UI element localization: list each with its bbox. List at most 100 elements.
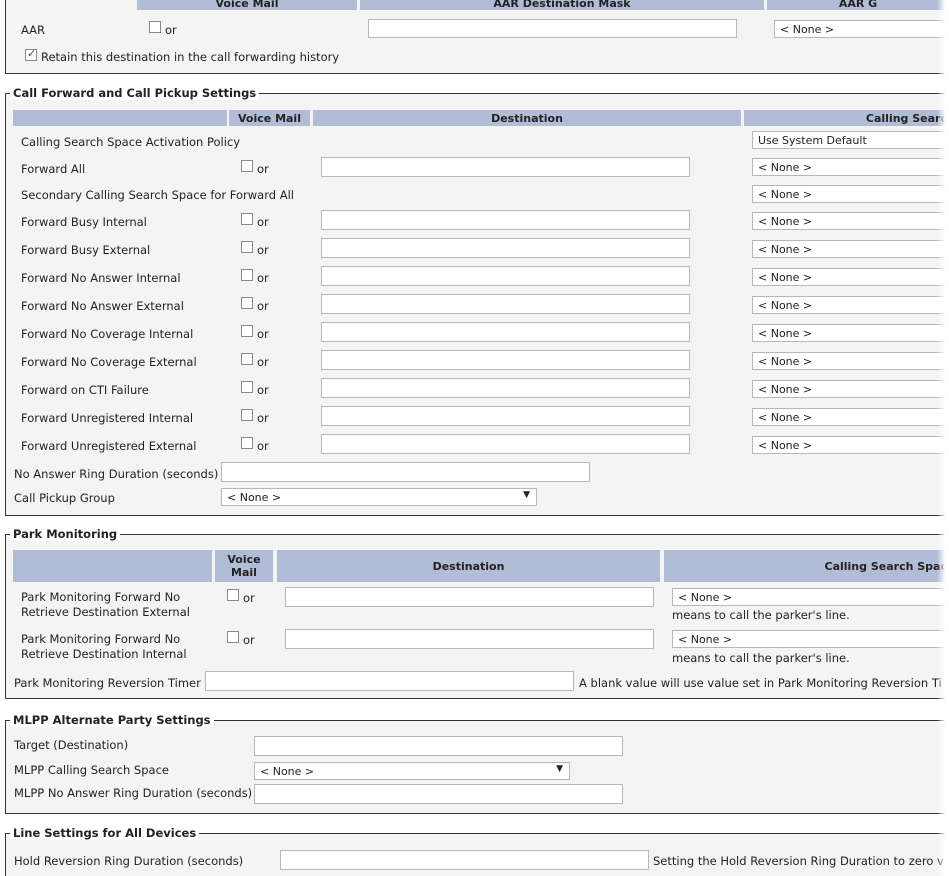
or-label: or: [257, 215, 269, 229]
activation-policy-label: Calling Search Space Activation Policy: [21, 135, 241, 149]
forward-unregistered-internal-voicemail-checkbox[interactable]: [241, 409, 253, 421]
aar-label: AAR: [21, 23, 46, 37]
forward-busy-internal-label: Forward Busy Internal: [21, 215, 147, 229]
forward-unregistered-external-label: Forward Unregistered External: [21, 439, 197, 453]
forward-no-coverage-internal-voicemail-checkbox[interactable]: [241, 325, 253, 337]
forward-no-coverage-internal-label: Forward No Coverage Internal: [21, 327, 194, 341]
forward-busy-external-destination-input[interactable]: [321, 238, 690, 258]
forward-no-answer-external-css-select[interactable]: < None >: [752, 296, 949, 314]
cf-header-destination: Destination: [313, 110, 741, 126]
aar-voicemail-checkbox[interactable]: [149, 21, 161, 33]
hold-reversion-ring-input[interactable]: [280, 850, 649, 870]
forward-all-destination-input[interactable]: [321, 157, 690, 177]
aar-group-select[interactable]: < None >: [774, 20, 949, 38]
forward-busy-internal-destination-input[interactable]: [321, 210, 690, 230]
mlpp-ring-duration-input[interactable]: [254, 784, 623, 804]
park-fnr-external-destination-input[interactable]: [285, 587, 654, 607]
forward-no-answer-internal-voicemail-checkbox[interactable]: [241, 269, 253, 281]
or-label: or: [257, 439, 269, 453]
page-frame: Voice Mail AAR Destination Mask AAR G AA…: [0, 0, 949, 876]
forward-no-answer-external-label: Forward No Answer External: [21, 299, 184, 313]
activation-policy-select[interactable]: Use System Default: [752, 131, 949, 149]
forward-unregistered-external-voicemail-checkbox[interactable]: [241, 437, 253, 449]
torn-edge: [937, 0, 949, 876]
aar-header-destination-mask: AAR Destination Mask: [360, 0, 764, 10]
park-reversion-timer-input[interactable]: [205, 671, 574, 691]
forward-no-answer-internal-css-select[interactable]: < None >: [752, 268, 949, 286]
forward-no-coverage-external-label: Forward No Coverage External: [21, 355, 197, 369]
park-fnr-internal-css-select[interactable]: < None >: [672, 630, 949, 648]
or-label: or: [257, 162, 269, 176]
forward-no-answer-external-destination-input[interactable]: [321, 294, 690, 314]
no-answer-ring-duration-input[interactable]: [221, 462, 590, 482]
forward-unregistered-internal-css-select[interactable]: < None >: [752, 408, 949, 426]
cf-header-voicemail: Voice Mail: [229, 110, 310, 126]
forward-no-coverage-external-destination-input[interactable]: [321, 350, 690, 370]
secondary-css-select[interactable]: < None >: [752, 185, 949, 203]
aar-header-group: AAR G: [767, 0, 949, 10]
park-fnr-internal-label: Park Monitoring Forward No Retrieve Dest…: [21, 632, 187, 661]
park-header-voicemail: Voice Mail: [215, 550, 273, 582]
or-label: or: [243, 591, 255, 605]
or-label: or: [243, 633, 255, 647]
mlpp-css-label: MLPP Calling Search Space: [14, 763, 169, 777]
call-pickup-group-select[interactable]: < None > ▼: [221, 488, 537, 506]
park-header-css: Calling Search Spac: [664, 550, 949, 582]
cf-header-css: Calling Searc: [744, 110, 949, 126]
forward-unregistered-external-destination-input[interactable]: [321, 434, 690, 454]
secondary-css-label: Secondary Calling Search Space for Forwa…: [21, 188, 294, 202]
or-label: or: [257, 327, 269, 341]
forward-no-answer-external-voicemail-checkbox[interactable]: [241, 297, 253, 309]
no-answer-ring-duration-label: No Answer Ring Duration (seconds): [14, 467, 219, 481]
aar-or-label: or: [165, 23, 177, 37]
line-legend: Line Settings for All Devices: [10, 826, 200, 840]
forward-all-label: Forward All: [21, 162, 86, 176]
or-label: or: [257, 243, 269, 257]
mlpp-css-select[interactable]: < None > ▼: [254, 762, 570, 780]
forward-no-coverage-external-css-select[interactable]: < None >: [752, 352, 949, 370]
forward-busy-external-label: Forward Busy External: [21, 243, 151, 257]
hold-reversion-ring-note: Setting the Hold Reversion Ring Duration…: [653, 854, 944, 868]
park-fnr-internal-destination-input[interactable]: [285, 629, 654, 649]
mlpp-target-label: Target (Destination): [14, 738, 129, 752]
aar-destination-mask-input[interactable]: [368, 19, 737, 38]
aar-header-voicemail: Voice Mail: [137, 0, 357, 10]
retain-history-checkbox[interactable]: [25, 47, 37, 61]
forward-busy-external-css-select[interactable]: < None >: [752, 240, 949, 258]
forward-busy-internal-voicemail-checkbox[interactable]: [241, 213, 253, 225]
park-header-destination: Destination: [277, 550, 660, 582]
forward-all-voicemail-checkbox[interactable]: [241, 160, 253, 172]
park-fnr-internal-voicemail-checkbox[interactable]: [227, 631, 239, 643]
forward-no-coverage-external-voicemail-checkbox[interactable]: [241, 353, 253, 365]
forward-unregistered-internal-destination-input[interactable]: [321, 406, 690, 426]
forward-busy-external-voicemail-checkbox[interactable]: [241, 241, 253, 253]
or-label: or: [257, 355, 269, 369]
forward-no-coverage-internal-destination-input[interactable]: [321, 322, 690, 342]
forward-busy-internal-css-select[interactable]: < None >: [752, 212, 949, 230]
forward-cti-failure-destination-input[interactable]: [321, 378, 690, 398]
park-legend: Park Monitoring: [10, 527, 121, 541]
forward-cti-failure-label: Forward on CTI Failure: [21, 383, 149, 397]
or-label: or: [257, 383, 269, 397]
retain-history-label: Retain this destination in the call forw…: [41, 50, 340, 64]
or-label: or: [257, 271, 269, 285]
forward-all-css-select[interactable]: < None >: [752, 158, 949, 176]
cf-legend: Call Forward and Call Pickup Settings: [10, 86, 260, 100]
park-header-blank: [13, 550, 212, 582]
forward-cti-failure-css-select[interactable]: < None >: [752, 380, 949, 398]
forward-no-coverage-internal-css-select[interactable]: < None >: [752, 324, 949, 342]
forward-unregistered-internal-label: Forward Unregistered Internal: [21, 411, 194, 425]
forward-unregistered-external-css-select[interactable]: < None >: [752, 436, 949, 454]
forward-no-answer-internal-destination-input[interactable]: [321, 266, 690, 286]
cf-header-blank: [13, 110, 227, 126]
park-fnr-external-css-select[interactable]: < None >: [672, 588, 949, 606]
park-reversion-timer-note: A blank value will use value set in Park…: [579, 676, 942, 690]
mlpp-ring-duration-label: MLPP No Answer Ring Duration (seconds): [14, 786, 253, 800]
park-reversion-timer-label: Park Monitoring Reversion Timer: [14, 676, 201, 690]
mlpp-target-input[interactable]: [254, 736, 623, 756]
park-fnr-internal-hint: means to call the parker's line.: [672, 651, 850, 665]
park-fnr-external-hint: means to call the parker's line.: [672, 608, 850, 622]
mlpp-legend: MLPP Alternate Party Settings: [10, 713, 214, 727]
park-fnr-external-voicemail-checkbox[interactable]: [227, 589, 239, 601]
forward-cti-failure-voicemail-checkbox[interactable]: [241, 381, 253, 393]
